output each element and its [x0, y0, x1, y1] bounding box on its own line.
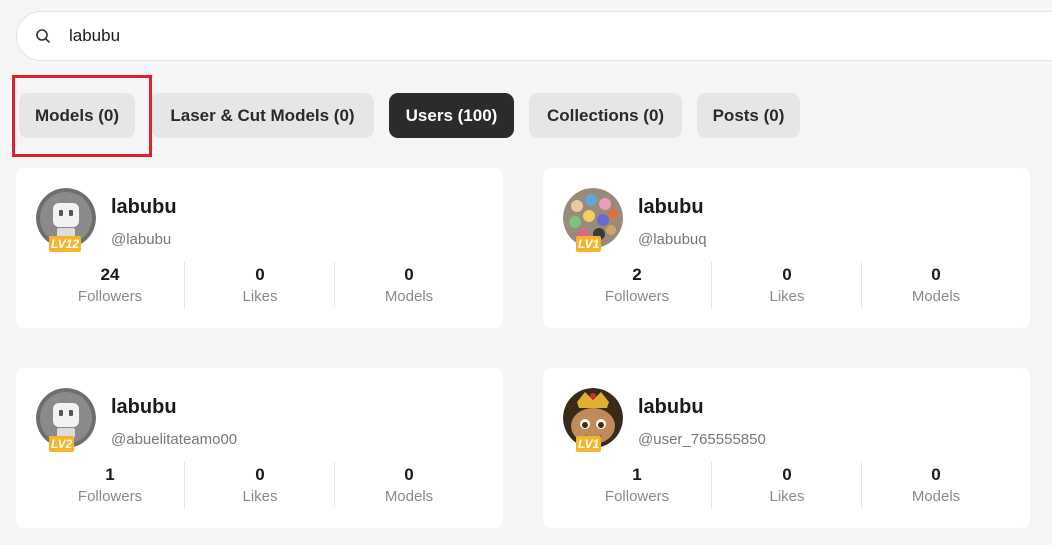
- highlight-box: [12, 75, 152, 157]
- likes-count: 0: [782, 265, 792, 284]
- user-card[interactable]: LV2 labubu @abuelitateamo00 1 Followers …: [16, 368, 503, 528]
- followers-count: 24: [100, 265, 120, 284]
- models-stat: 0 Models: [334, 264, 484, 310]
- models-stat: 0 Models: [861, 464, 1011, 510]
- user-handle: @abuelitateamo00: [111, 431, 238, 448]
- likes-label: Likes: [769, 488, 805, 505]
- likes-stat: 0 Likes: [185, 464, 335, 510]
- followers-label: Followers: [77, 488, 143, 505]
- user-card[interactable]: LV12 labubu @labubu 24 Followers 0 Likes…: [16, 168, 503, 328]
- user-name[interactable]: labubu: [638, 196, 704, 219]
- tab-users[interactable]: Users (100): [389, 93, 514, 138]
- user-handle: @labubu: [111, 231, 172, 248]
- search-results-page: Models (0) Laser & Cut Models (0) Users …: [0, 0, 1052, 545]
- likes-stat: 0 Likes: [712, 464, 862, 510]
- likes-count: 0: [255, 265, 265, 284]
- models-label: Models: [911, 488, 961, 505]
- likes-label: Likes: [242, 288, 278, 305]
- models-label: Models: [911, 288, 961, 305]
- tab-posts[interactable]: Posts (0): [697, 93, 800, 138]
- level-badge: LV1: [576, 436, 602, 452]
- models-label: Models: [384, 288, 434, 305]
- models-count: 0: [404, 465, 414, 484]
- models-count: 0: [931, 465, 941, 484]
- search-bar[interactable]: [16, 11, 1052, 61]
- likes-count: 0: [782, 465, 792, 484]
- user-card[interactable]: LV1 labubu @user_765555850 1 Followers 0…: [543, 368, 1030, 528]
- models-label: Models: [384, 488, 434, 505]
- models-count: 0: [931, 265, 941, 284]
- likes-stat: 0 Likes: [185, 264, 335, 310]
- user-name[interactable]: labubu: [111, 196, 177, 219]
- likes-label: Likes: [242, 488, 278, 505]
- user-name[interactable]: labubu: [638, 396, 704, 419]
- followers-label: Followers: [604, 488, 670, 505]
- level-badge: LV2: [49, 436, 75, 452]
- followers-count: 2: [632, 265, 642, 284]
- user-name[interactable]: labubu: [111, 396, 177, 419]
- followers-count: 1: [105, 465, 115, 484]
- models-count: 0: [404, 265, 414, 284]
- search-input[interactable]: [69, 24, 569, 48]
- likes-stat: 0 Likes: [712, 264, 862, 310]
- search-icon: [36, 29, 50, 43]
- followers-label: Followers: [77, 288, 143, 305]
- level-badge: LV1: [576, 236, 602, 252]
- user-card[interactable]: LV1 labubu @labubuq 2 Followers 0 Likes …: [543, 168, 1030, 328]
- tab-collections[interactable]: Collections (0): [529, 93, 682, 138]
- followers-stat: 2 Followers: [562, 264, 712, 310]
- followers-stat: 24 Followers: [35, 264, 185, 310]
- followers-stat: 1 Followers: [35, 464, 185, 510]
- followers-label: Followers: [604, 288, 670, 305]
- likes-label: Likes: [769, 288, 805, 305]
- user-handle: @labubuq: [638, 231, 707, 248]
- user-handle: @user_765555850: [638, 431, 766, 448]
- tab-laser-cut-models[interactable]: Laser & Cut Models (0): [151, 93, 374, 138]
- models-stat: 0 Models: [861, 264, 1011, 310]
- models-stat: 0 Models: [334, 464, 484, 510]
- likes-count: 0: [255, 465, 265, 484]
- followers-stat: 1 Followers: [562, 464, 712, 510]
- level-badge: LV12: [49, 236, 82, 252]
- followers-count: 1: [632, 465, 642, 484]
